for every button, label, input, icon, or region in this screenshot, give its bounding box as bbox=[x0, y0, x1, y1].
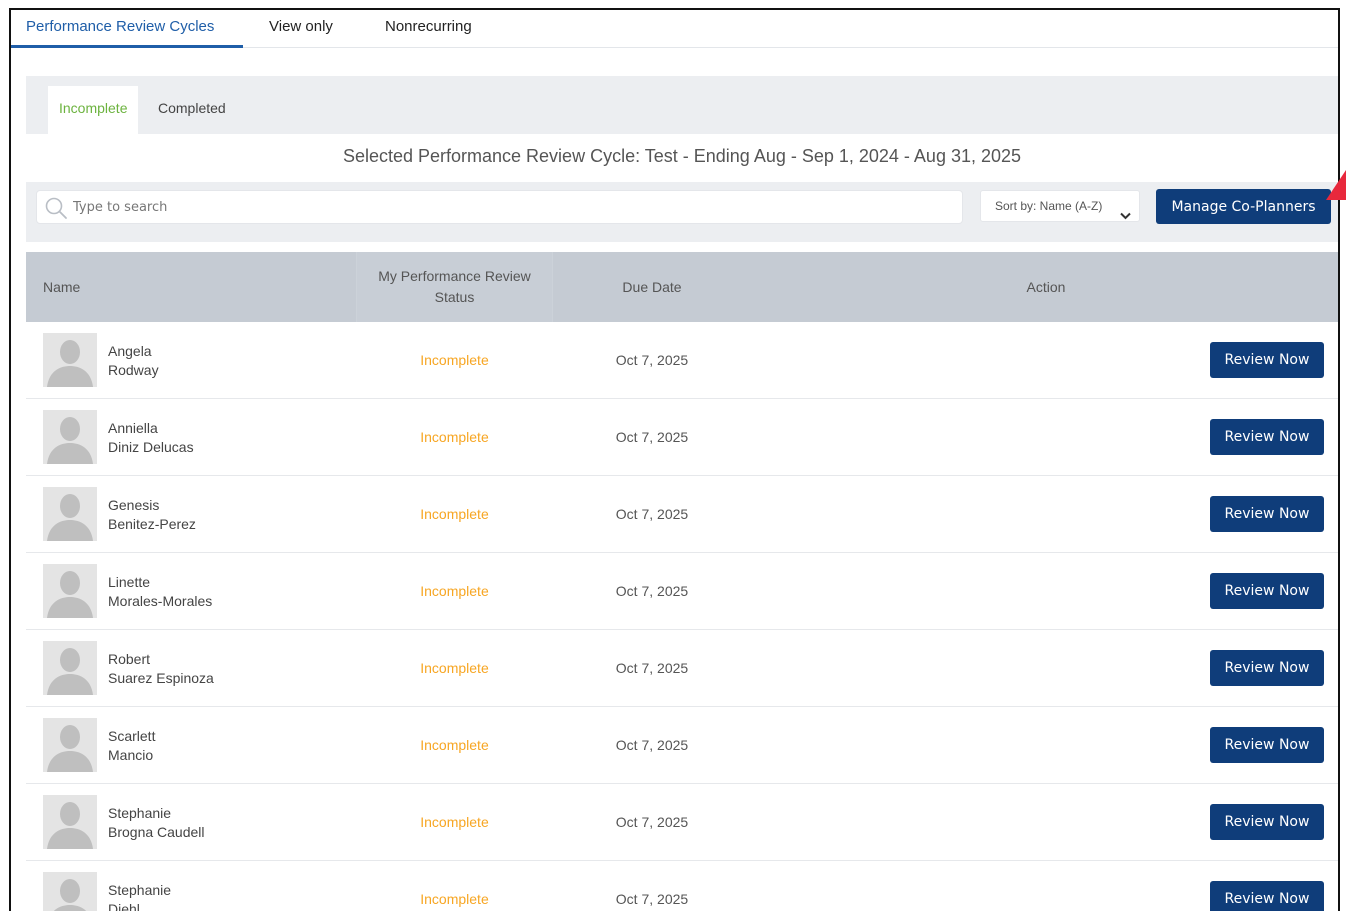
review-table: Name My Performance Review Status Due Da… bbox=[26, 252, 1338, 911]
employee-name: Scarlett Mancio bbox=[108, 727, 155, 765]
employee-name: Angela Rodway bbox=[108, 342, 159, 380]
user-placeholder-icon bbox=[43, 564, 97, 618]
employee-name: Anniella Diniz Delucas bbox=[108, 419, 194, 457]
arrow-annotation-icon bbox=[1326, 170, 1346, 200]
employee-name: Stephanie Diehl bbox=[108, 881, 171, 911]
status-badge: Incomplete bbox=[420, 429, 489, 445]
status-badge: Incomplete bbox=[420, 352, 489, 368]
employee-last-name: Mancio bbox=[108, 747, 154, 763]
status-badge: Incomplete bbox=[420, 891, 489, 907]
top-tab-bar: Performance Review Cycles View only Nonr… bbox=[11, 10, 1338, 48]
review-now-button[interactable]: Review Now bbox=[1210, 881, 1324, 911]
table-row: Linette Morales-Morales Incomplete Oct 7… bbox=[26, 553, 1338, 630]
status-badge: Incomplete bbox=[420, 506, 489, 522]
employee-first-name: Linette bbox=[108, 574, 151, 590]
employee-last-name: Brogna Caudell bbox=[108, 824, 205, 840]
employee-first-name: Scarlett bbox=[108, 728, 156, 744]
review-now-button[interactable]: Review Now bbox=[1210, 342, 1324, 378]
employee-last-name: Rodway bbox=[108, 362, 159, 378]
review-now-button[interactable]: Review Now bbox=[1210, 419, 1324, 455]
status-badge: Incomplete bbox=[420, 814, 489, 830]
due-date: Oct 7, 2025 bbox=[615, 429, 689, 445]
employee-first-name: Robert bbox=[108, 651, 151, 667]
filter-panel: Incomplete Completed Selected Performanc… bbox=[26, 76, 1338, 242]
column-header-status-line2: Status bbox=[434, 289, 475, 305]
employee-name: Linette Morales-Morales bbox=[108, 573, 212, 611]
column-header-due-date: Due Date bbox=[622, 279, 682, 295]
review-now-button[interactable]: Review Now bbox=[1210, 573, 1324, 609]
table-row: Genesis Benitez-Perez Incomplete Oct 7, … bbox=[26, 476, 1338, 553]
manage-co-planners-button[interactable]: Manage Co-Planners bbox=[1156, 189, 1331, 224]
tab-performance-review-cycles[interactable]: Performance Review Cycles bbox=[11, 10, 243, 48]
due-date: Oct 7, 2025 bbox=[615, 814, 689, 830]
tab-nonrecurring[interactable]: Nonrecurring bbox=[385, 10, 472, 48]
sort-select[interactable]: Sort by: Name (A-Z) bbox=[980, 190, 1140, 222]
user-placeholder-icon bbox=[43, 641, 97, 695]
subtab-incomplete[interactable]: Incomplete bbox=[48, 86, 139, 134]
tab-view-only[interactable]: View only bbox=[269, 10, 333, 48]
column-header-action: Action bbox=[1026, 279, 1066, 295]
selected-cycle-title: Selected Performance Review Cycle: Test … bbox=[342, 146, 1022, 166]
employee-last-name: Benitez-Perez bbox=[108, 516, 196, 532]
column-header-name: Name bbox=[43, 279, 81, 295]
review-now-button[interactable]: Review Now bbox=[1210, 727, 1324, 763]
employee-first-name: Angela bbox=[108, 343, 152, 359]
table-row: Angela Rodway Incomplete Oct 7, 2025 Rev… bbox=[26, 322, 1338, 399]
due-date: Oct 7, 2025 bbox=[615, 660, 689, 676]
review-now-button[interactable]: Review Now bbox=[1210, 496, 1324, 532]
employee-last-name: Diehl bbox=[108, 901, 140, 911]
search-input[interactable] bbox=[73, 191, 953, 223]
status-badge: Incomplete bbox=[420, 660, 489, 676]
status-sub-tabs: Incomplete Completed bbox=[26, 76, 1338, 134]
user-placeholder-icon bbox=[43, 718, 97, 772]
employee-first-name: Genesis bbox=[108, 497, 160, 513]
user-placeholder-icon bbox=[43, 410, 97, 464]
toolbar: Sort by: Name (A-Z) Manage Co-Planners bbox=[26, 182, 1338, 242]
table-row: Robert Suarez Espinoza Incomplete Oct 7,… bbox=[26, 630, 1338, 707]
due-date: Oct 7, 2025 bbox=[615, 891, 689, 907]
chevron-down-icon bbox=[1120, 201, 1131, 220]
status-badge: Incomplete bbox=[420, 583, 489, 599]
employee-last-name: Morales-Morales bbox=[108, 593, 213, 609]
status-badge: Incomplete bbox=[420, 737, 489, 753]
employee-name: Stephanie Brogna Caudell bbox=[108, 804, 205, 842]
employee-last-name: Diniz Delucas bbox=[108, 439, 194, 455]
column-header-status: My Performance Review Status bbox=[356, 252, 553, 322]
due-date: Oct 7, 2025 bbox=[615, 583, 689, 599]
user-placeholder-icon bbox=[43, 487, 97, 541]
user-placeholder-icon bbox=[43, 872, 97, 911]
employee-last-name: Suarez Espinoza bbox=[108, 670, 214, 686]
due-date: Oct 7, 2025 bbox=[615, 506, 689, 522]
app-frame: Performance Review Cycles View only Nonr… bbox=[9, 8, 1340, 911]
subtab-completed[interactable]: Completed bbox=[147, 86, 237, 134]
employee-name: Robert Suarez Espinoza bbox=[108, 650, 214, 688]
employee-first-name: Stephanie bbox=[108, 882, 172, 898]
employee-first-name: Anniella bbox=[108, 420, 158, 436]
review-now-button[interactable]: Review Now bbox=[1210, 650, 1324, 686]
table-row: Anniella Diniz Delucas Incomplete Oct 7,… bbox=[26, 399, 1338, 476]
due-date: Oct 7, 2025 bbox=[615, 352, 689, 368]
table-row: Stephanie Brogna Caudell Incomplete Oct … bbox=[26, 784, 1338, 861]
review-now-button[interactable]: Review Now bbox=[1210, 804, 1324, 840]
search-icon bbox=[43, 195, 69, 221]
employee-first-name: Stephanie bbox=[108, 805, 172, 821]
table-row: Stephanie Diehl Incomplete Oct 7, 2025 R… bbox=[26, 861, 1338, 911]
employee-name: Genesis Benitez-Perez bbox=[108, 496, 196, 534]
user-placeholder-icon bbox=[43, 333, 97, 387]
table-row: Scarlett Mancio Incomplete Oct 7, 2025 R… bbox=[26, 707, 1338, 784]
column-header-status-line1: My Performance Review bbox=[378, 268, 531, 284]
due-date: Oct 7, 2025 bbox=[615, 737, 689, 753]
search-box bbox=[36, 190, 963, 224]
user-placeholder-icon bbox=[43, 795, 97, 849]
sort-selected-label: Sort by: Name (A-Z) bbox=[995, 199, 1103, 213]
table-header: Name My Performance Review Status Due Da… bbox=[26, 252, 1338, 322]
cycle-title-row: Selected Performance Review Cycle: Test … bbox=[26, 134, 1338, 182]
